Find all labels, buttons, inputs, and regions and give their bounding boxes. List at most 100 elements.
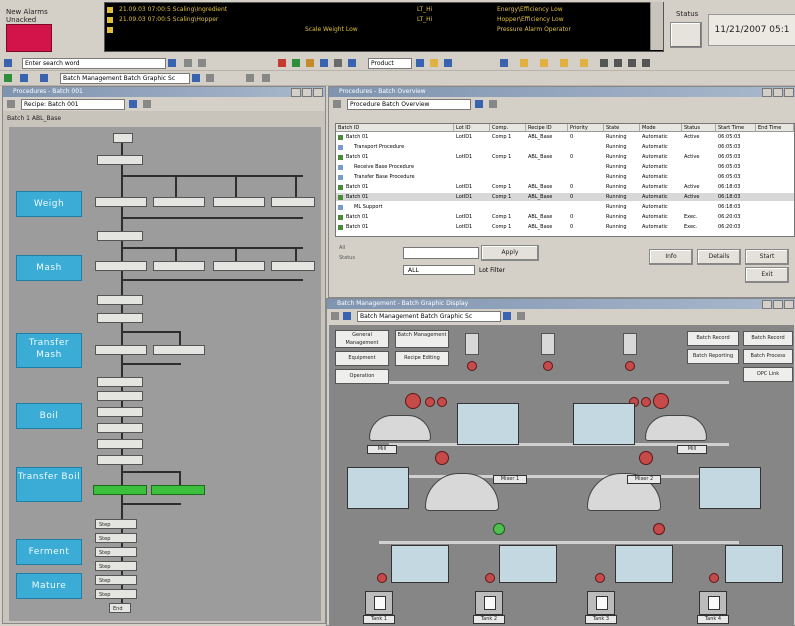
table-row[interactable]: ML Support Running Automatic 06:18:03	[336, 203, 794, 211]
maximize-icon[interactable]	[773, 88, 783, 97]
search-input[interactable]: Enter search word	[22, 58, 166, 69]
valve-icon[interactable]	[709, 573, 719, 583]
pump-icon[interactable]	[653, 393, 669, 409]
user-icon[interactable]	[20, 74, 28, 82]
alarm-row[interactable]: 21.09.03 07:00:5 Scaling\Ingredient LT_H…	[105, 6, 663, 14]
table-row[interactable]: Batch 01 LotID1 Comp 1 ABL_Base 0 Running Auto…	[336, 133, 794, 141]
status-button[interactable]	[670, 22, 702, 48]
table-row[interactable]: Receive Base Procedure Running Automatic 06…	[336, 163, 794, 171]
close-icon[interactable]	[313, 88, 323, 97]
minimize-icon[interactable]	[762, 300, 772, 309]
valve-icon[interactable]	[437, 397, 447, 407]
column-header[interactable]: Batch ID	[336, 124, 454, 132]
view-select[interactable]: Batch Management Batch Graphic Sc	[60, 73, 190, 84]
connect-icon[interactable]	[4, 74, 12, 82]
sfc-end[interactable]: End	[109, 603, 131, 613]
stage-mature[interactable]: Mature	[16, 573, 82, 599]
alarm-row[interactable]: 21.09.03 07:00:5 Scaling\Hopper LT_Hi Ho…	[105, 16, 663, 24]
product-select[interactable]: Product	[368, 58, 412, 69]
sfc-start[interactable]	[113, 133, 133, 143]
valve-icon[interactable]	[485, 573, 495, 583]
home-icon[interactable]	[4, 59, 12, 67]
sfc-step[interactable]	[97, 423, 143, 433]
open-icon[interactable]	[192, 74, 200, 82]
maximize-icon[interactable]	[302, 88, 312, 97]
edit-icon[interactable]	[143, 100, 151, 108]
refresh-icon[interactable]	[292, 59, 300, 67]
forward-icon[interactable]	[198, 59, 206, 67]
operation-button[interactable]: Operation	[335, 369, 389, 384]
stage-transfer-mash[interactable]: Transfer Mash	[16, 333, 82, 368]
tree-icon[interactable]	[7, 100, 15, 108]
valve-icon[interactable]	[377, 573, 387, 583]
table-row[interactable]: Batch 01 LotID1 Comp 1 ABL_Base 0 Running Auto…	[336, 213, 794, 221]
sfc-step[interactable]	[271, 197, 315, 207]
batch-table[interactable]: Batch ID Lot ID Comp. Recipe ID Priority…	[335, 123, 795, 237]
batch-view-select[interactable]: Procedure Batch Overview	[347, 99, 471, 110]
sfc-step[interactable]	[97, 377, 143, 387]
sfc-step[interactable]	[95, 197, 147, 207]
arrow-icon[interactable]	[642, 59, 650, 67]
opc-link-button[interactable]: OPC Link	[743, 367, 793, 382]
column-header[interactable]: Lot ID	[454, 124, 490, 132]
pump-icon[interactable]	[639, 451, 653, 465]
recipe-editing-button[interactable]: Recipe Editing	[395, 351, 449, 366]
sfc-step[interactable]	[213, 197, 265, 207]
batch-process-button[interactable]: Batch Process	[743, 349, 793, 364]
stage-mash[interactable]: Mash	[16, 255, 82, 281]
mill-tank[interactable]	[369, 415, 431, 441]
sfc-step[interactable]	[153, 261, 205, 271]
sfc-step[interactable]	[97, 455, 143, 465]
open-icon[interactable]	[475, 100, 483, 108]
zoom-icon[interactable]	[500, 59, 508, 67]
table-row[interactable]: Transfer Base Procedure Running Automatic 0…	[336, 173, 794, 181]
sfc-step[interactable]	[95, 345, 147, 355]
valve-icon[interactable]	[425, 397, 435, 407]
back-icon[interactable]	[184, 59, 192, 67]
alarm-row[interactable]: Scale Weight Low Pressure Alarm Operator	[105, 26, 663, 34]
stage-boil[interactable]: Boil	[16, 403, 82, 429]
minimize-icon[interactable]	[291, 88, 301, 97]
status-select[interactable]: ALL	[403, 265, 475, 275]
open-icon[interactable]	[129, 100, 137, 108]
note-icon[interactable]	[540, 59, 548, 67]
arrow-icon[interactable]	[628, 59, 636, 67]
pump-icon[interactable]	[405, 393, 421, 409]
edit-icon[interactable]	[517, 312, 525, 320]
column-header[interactable]: State	[604, 124, 640, 132]
grid-icon[interactable]	[416, 59, 424, 67]
close-icon[interactable]	[784, 300, 794, 309]
print-icon[interactable]	[334, 59, 342, 67]
tree-icon[interactable]	[331, 312, 339, 320]
general-management-button[interactable]: General Management	[335, 330, 389, 348]
open-icon[interactable]	[503, 312, 511, 320]
maximize-icon[interactable]	[773, 300, 783, 309]
fermenter-tank[interactable]	[475, 591, 503, 615]
star-icon[interactable]	[430, 59, 438, 67]
table-row[interactable]: Batch 01 LotID1 Comp 1 ABL_Base 0 Running Auto…	[336, 193, 794, 201]
bookmark-icon[interactable]	[560, 59, 568, 67]
valve-icon[interactable]	[467, 361, 477, 371]
column-header[interactable]: Comp.	[490, 124, 526, 132]
pump-icon[interactable]	[653, 523, 665, 535]
arrow-icon[interactable]	[246, 74, 254, 82]
status-panel[interactable]	[347, 467, 409, 509]
mill-tank[interactable]	[645, 415, 707, 441]
batch-management-button[interactable]: Batch Management	[395, 330, 449, 348]
status-panel[interactable]	[725, 545, 783, 583]
hopper[interactable]	[541, 333, 555, 355]
flag-icon[interactable]	[580, 59, 588, 67]
column-header[interactable]: Start Time	[716, 124, 756, 132]
recipe-select[interactable]: Recipe: Batch 001	[21, 99, 125, 110]
close-icon[interactable]	[784, 88, 794, 97]
stage-transfer-boil[interactable]: Transfer Boil	[16, 467, 82, 502]
status-panel[interactable]	[573, 403, 635, 445]
column-header[interactable]: Priority	[568, 124, 604, 132]
graphic-view-select[interactable]: Batch Management Batch Graphic Sc	[357, 311, 501, 322]
arrow-icon[interactable]	[262, 74, 270, 82]
status-panel[interactable]	[391, 545, 449, 583]
valve-icon[interactable]	[595, 573, 605, 583]
status-panel[interactable]	[457, 403, 519, 445]
search-icon[interactable]	[168, 59, 176, 67]
apply-button[interactable]: Apply	[481, 245, 539, 261]
